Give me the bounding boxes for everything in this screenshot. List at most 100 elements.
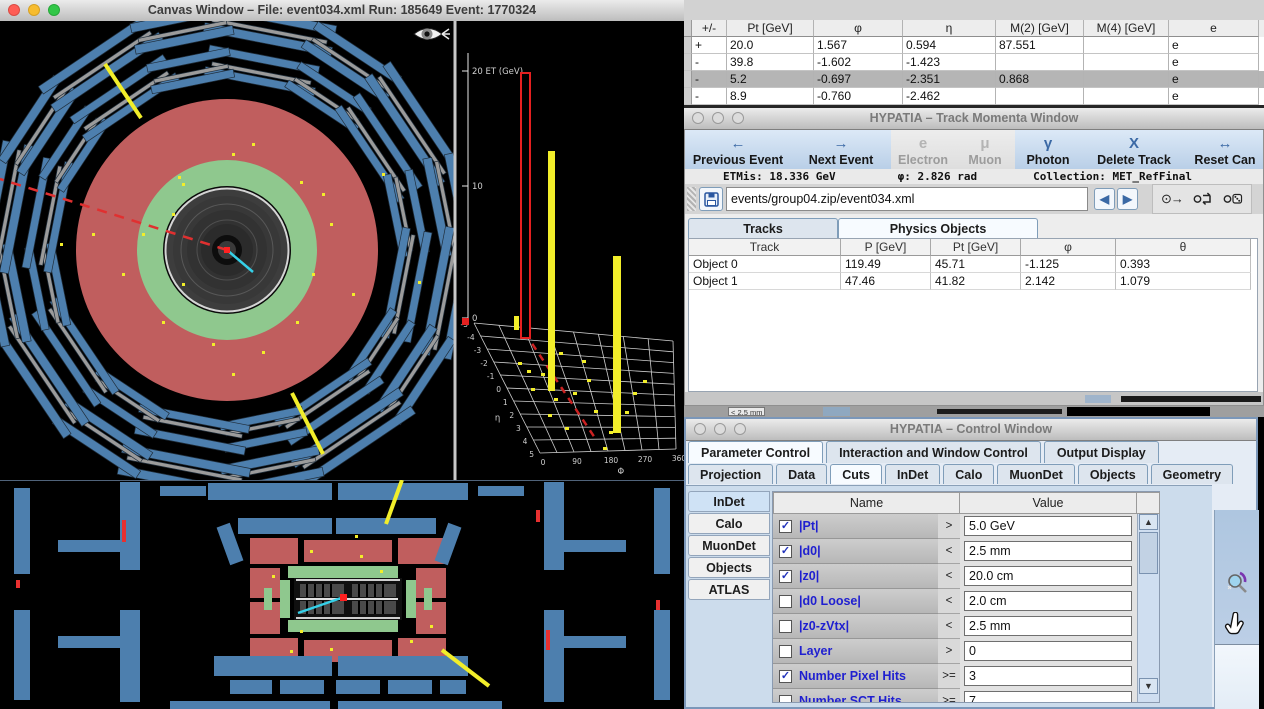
desktop: Canvas Window – File: event034.xml Run: …: [0, 0, 1264, 709]
tab-physics-objects[interactable]: Physics Objects: [838, 218, 1038, 238]
physics-cell: 47.46: [841, 273, 931, 290]
magnifier-panel[interactable]: [1215, 510, 1259, 645]
vertex-marker: [340, 594, 347, 601]
tab-geometry[interactable]: Geometry: [1151, 464, 1233, 484]
scrollbar-fragment[interactable]: [1121, 396, 1261, 402]
zoom-icon[interactable]: [732, 112, 744, 124]
side-tab-atlas[interactable]: ATLAS: [688, 579, 770, 600]
prev-file-button[interactable]: ◀: [1094, 188, 1115, 210]
mass-column-header: φ: [814, 20, 903, 37]
cut-checkbox[interactable]: [779, 695, 792, 703]
scroll-thumb[interactable]: [1139, 532, 1158, 574]
arrow-left-icon: ◀: [1100, 192, 1109, 206]
cut-value-input[interactable]: [964, 516, 1132, 536]
mass-window-top-strip: [684, 0, 1264, 21]
mass-cell: [1084, 37, 1169, 54]
physics-table-row[interactable]: Object 0119.4945.71-1.1250.393: [689, 256, 1257, 273]
svg-text:-1: -1: [487, 372, 495, 381]
tab-parameter-control[interactable]: Parameter Control: [688, 441, 823, 463]
side-tab-muondet[interactable]: MuonDet: [688, 535, 770, 556]
momenta-bottom-strip: [685, 392, 1263, 405]
tab-calo[interactable]: Calo: [943, 464, 994, 484]
cut-value-input[interactable]: [964, 616, 1132, 636]
event-path-input[interactable]: [726, 187, 1088, 211]
et-lego-plot[interactable]: 20 ET (GeV)100-5-4-3-2-10123450901802703…: [455, 21, 684, 480]
cut-checkbox[interactable]: [779, 620, 792, 633]
previous-event-button[interactable]: ←Previous Event: [685, 130, 791, 169]
zoom-icon[interactable]: [48, 4, 60, 16]
row-header-strip: [684, 20, 692, 37]
cut-checkbox[interactable]: ✓: [779, 670, 792, 683]
cut-checkbox[interactable]: ✓: [779, 545, 792, 558]
cut-name-label: Layer: [799, 644, 832, 658]
close-icon[interactable]: [694, 423, 706, 435]
svg-text:-3: -3: [474, 346, 482, 355]
vertex-marker: [224, 247, 230, 253]
next-file-button[interactable]: ▶: [1117, 188, 1138, 210]
tab-output-display[interactable]: Output Display: [1044, 441, 1159, 463]
delete-track-button[interactable]: XDelete Track: [1081, 130, 1187, 169]
close-icon[interactable]: [8, 4, 20, 16]
physics-table-row[interactable]: Object 147.4641.822.1421.079: [689, 273, 1257, 290]
tab-objects[interactable]: Objects: [1078, 464, 1148, 484]
scroll-up-button[interactable]: ▲: [1139, 514, 1158, 530]
mass-table-row[interactable]: -5.2-0.697-2.3510.868e: [684, 71, 1264, 88]
tab-projection[interactable]: Projection: [688, 464, 773, 484]
svg-text:0: 0: [496, 385, 501, 394]
side-tab-objects[interactable]: Objects: [688, 557, 770, 578]
cut-operator: >=: [938, 664, 960, 689]
close-icon[interactable]: [692, 112, 704, 124]
detector-side-view[interactable]: [0, 480, 684, 709]
track-to-vertex-icon[interactable]: ⊙→: [1161, 191, 1183, 207]
cut-value-input[interactable]: [964, 541, 1132, 561]
svg-text:3: 3: [516, 424, 521, 433]
side-tab-indet[interactable]: InDet: [688, 491, 770, 512]
cuts-scrollbar[interactable]: ▲ ▼: [1137, 514, 1159, 702]
random-event-icon[interactable]: [1223, 192, 1243, 206]
save-event-button[interactable]: [699, 187, 723, 211]
cut-value-input[interactable]: [964, 691, 1132, 702]
cut-checkbox[interactable]: ✓: [779, 570, 792, 583]
cut-value-input[interactable]: [964, 566, 1132, 586]
met-collection: Collection: MET_RefFinal: [1033, 170, 1192, 183]
electron-icon: e: [919, 135, 927, 153]
minimize-icon[interactable]: [714, 423, 726, 435]
next-event-button[interactable]: →Next Event: [791, 130, 891, 169]
photon-button[interactable]: γPhoton: [1015, 130, 1081, 169]
zoom-icon[interactable]: [734, 423, 746, 435]
drag-handle[interactable]: [687, 187, 696, 211]
occluded-fragment: [937, 409, 1062, 414]
physics-column-header: θ: [1116, 239, 1251, 256]
scroll-down-button[interactable]: ▼: [1139, 678, 1158, 694]
cut-checkbox[interactable]: [779, 645, 792, 658]
tab-cuts[interactable]: Cuts: [830, 464, 882, 484]
side-tab-calo[interactable]: Calo: [688, 513, 770, 534]
minimize-icon[interactable]: [712, 112, 724, 124]
mass-table-row[interactable]: -39.8-1.602-1.423e: [684, 54, 1264, 71]
minimize-icon[interactable]: [28, 4, 40, 16]
mass-table-row[interactable]: +20.01.5670.59487.551e: [684, 37, 1264, 54]
mass-column-header: Pt [GeV]: [727, 20, 814, 37]
tab-data[interactable]: Data: [776, 464, 827, 484]
scrollbar-thumb-fragment[interactable]: [1085, 395, 1111, 403]
photon-icon: γ: [1044, 135, 1052, 153]
cut-value-input[interactable]: [964, 666, 1132, 686]
muon-button: μMuon: [955, 130, 1015, 169]
arrow-right-icon: →: [834, 135, 849, 153]
cut-operator: <: [938, 564, 960, 589]
cut-name-cell: |d0 Loose|: [773, 589, 939, 614]
loop-tracks-icon[interactable]: [1193, 192, 1213, 206]
detector-end-view[interactable]: [0, 21, 455, 480]
tab-interaction-and-window-control[interactable]: Interaction and Window Control: [826, 441, 1041, 463]
mass-cell: -: [692, 88, 727, 105]
tab-indet[interactable]: InDet: [885, 464, 940, 484]
mass-table-row[interactable]: -8.9-0.760-2.462e: [684, 88, 1264, 105]
tab-muondet[interactable]: MuonDet: [997, 464, 1074, 484]
cut-checkbox[interactable]: [779, 595, 792, 608]
cut-value-input[interactable]: [964, 591, 1132, 611]
tab-tracks[interactable]: Tracks: [688, 218, 838, 238]
reset-can-button[interactable]: ↔Reset Can: [1187, 130, 1263, 169]
pointer-panel[interactable]: [1215, 645, 1259, 709]
cut-value-input[interactable]: [964, 641, 1132, 661]
cut-checkbox[interactable]: ✓: [779, 520, 792, 533]
